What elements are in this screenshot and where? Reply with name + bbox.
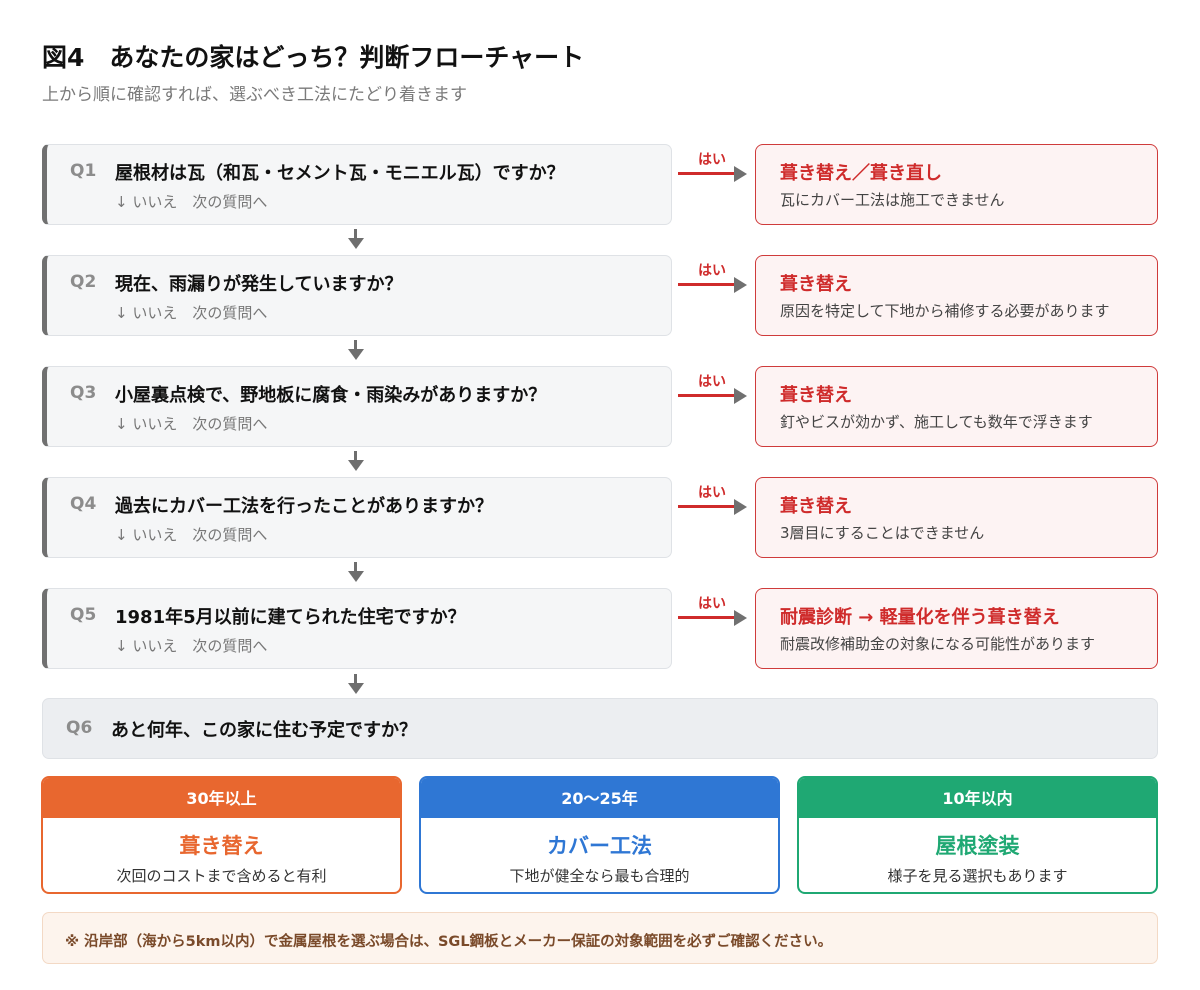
answer-box-q2: 葺き替え 原因を特定して下地から補修する必要があります (755, 255, 1158, 336)
answer-note: 3層目にすることはできません (780, 524, 985, 542)
yes-arrow (678, 388, 748, 404)
question-number: Q2 (70, 272, 97, 292)
answer-box-q3: 葺き替え 釘やビスが効かず、施工しても数年で浮きます (755, 366, 1158, 447)
no-label: ↓ いいえ 次の質問へ (115, 526, 268, 544)
option-period: 10年以内 (799, 778, 1156, 818)
question-number: Q4 (70, 494, 97, 514)
yes-arrow (678, 499, 748, 515)
down-arrow (348, 340, 364, 360)
no-label: ↓ いいえ 次の質問へ (115, 304, 268, 322)
question-box-q1: Q1 屋根材は瓦（和瓦・セメント瓦・モニエル瓦）ですか？ ↓ いいえ 次の質問へ (42, 144, 672, 225)
question-box-q5: Q5 1981年5月以前に建てられた住宅ですか？ ↓ いいえ 次の質問へ (42, 588, 672, 669)
answer-title: 葺き替え (780, 274, 852, 295)
answer-box-q1: 葺き替え／葺き直し 瓦にカバー工法は施工できません (755, 144, 1158, 225)
question-number: Q3 (70, 383, 97, 403)
question-text: 小屋裏点検で、野地板に腐食・雨染みがありますか？ (115, 385, 547, 406)
question-number: Q1 (70, 161, 97, 181)
question-number: Q6 (66, 718, 93, 738)
page-subtitle: 上から順に確認すれば、選ぶべき工法にたどり着きます (42, 85, 467, 105)
no-label: ↓ いいえ 次の質問へ (115, 415, 268, 433)
option-method: 屋根塗装 (935, 834, 1020, 858)
yes-arrow (678, 166, 748, 182)
question-text: 屋根材は瓦（和瓦・セメント瓦・モニエル瓦）ですか？ (115, 163, 565, 184)
option-note: 次回のコストまで含めると有利 (116, 867, 327, 885)
question-box-q4: Q4 過去にカバー工法を行ったことがありますか？ ↓ いいえ 次の質問へ (42, 477, 672, 558)
question-box-q6: Q6 あと何年、この家に住む予定ですか？ (42, 698, 1158, 759)
yes-arrow (678, 277, 748, 293)
down-arrow (348, 451, 364, 471)
question-text: 1981年5月以前に建てられた住宅ですか？ (115, 607, 466, 628)
answer-title: 葺き替え (780, 385, 852, 406)
question-text: 過去にカバー工法を行ったことがありますか？ (115, 496, 493, 517)
no-label: ↓ いいえ 次の質問へ (115, 193, 268, 211)
no-label: ↓ いいえ 次の質問へ (115, 637, 268, 655)
option-card-20-25-years: 20〜25年 カバー工法 下地が健全なら最も合理的 (419, 776, 780, 894)
answer-title: 葺き替え／葺き直し (780, 163, 942, 184)
option-method: カバー工法 (547, 834, 652, 858)
footnote-text: ※ 沿岸部（海から5km以内）で金属屋根を選ぶ場合は、SGL鋼板とメーカー保証の… (65, 934, 833, 950)
option-note: 下地が健全なら最も合理的 (509, 867, 690, 885)
yes-arrow (678, 610, 748, 626)
question-number: Q5 (70, 605, 97, 625)
answer-note: 釘やビスが効かず、施工しても数年で浮きます (780, 413, 1093, 431)
down-arrow (348, 674, 364, 694)
question-text: あと何年、この家に住む予定ですか？ (111, 720, 417, 741)
option-period: 30年以上 (43, 778, 400, 818)
answer-title: 葺き替え (780, 496, 852, 517)
down-arrow (348, 562, 364, 582)
option-period: 20〜25年 (421, 778, 778, 818)
answer-box-q4: 葺き替え 3層目にすることはできません (755, 477, 1158, 558)
answer-note: 耐震改修補助金の対象になる可能性があります (780, 635, 1096, 653)
answer-note: 原因を特定して下地から補修する必要があります (780, 302, 1110, 320)
down-arrow (348, 229, 364, 249)
answer-note: 瓦にカバー工法は施工できません (780, 191, 1005, 209)
option-card-10-years: 10年以内 屋根塗装 様子を見る選択もあります (797, 776, 1158, 894)
option-method: 葺き替え (179, 834, 264, 858)
option-card-30-years: 30年以上 葺き替え 次回のコストまで含めると有利 (41, 776, 402, 894)
question-box-q2: Q2 現在、雨漏りが発生していますか？ ↓ いいえ 次の質問へ (42, 255, 672, 336)
page-title: 図4 あなたの家はどっち？判断フローチャート (42, 43, 585, 72)
question-box-q3: Q3 小屋裏点検で、野地板に腐食・雨染みがありますか？ ↓ いいえ 次の質問へ (42, 366, 672, 447)
option-note: 様子を見る選択もあります (887, 867, 1068, 885)
answer-title: 耐震診断 → 軽量化を伴う葺き替え (780, 607, 1060, 628)
answer-box-q5: 耐震診断 → 軽量化を伴う葺き替え 耐震改修補助金の対象になる可能性があります (755, 588, 1158, 669)
question-text: 現在、雨漏りが発生していますか？ (115, 274, 403, 295)
footnote-box: ※ 沿岸部（海から5km以内）で金属屋根を選ぶ場合は、SGL鋼板とメーカー保証の… (42, 912, 1158, 964)
